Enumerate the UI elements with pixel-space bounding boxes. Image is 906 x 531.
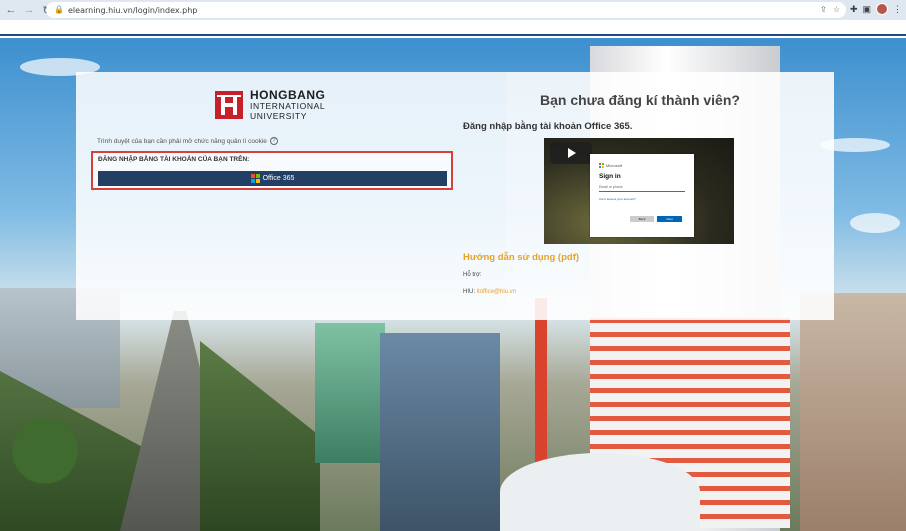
office365-heading: Đăng nhập bằng tài khoản Office 365. <box>463 121 633 132</box>
site-header-band <box>0 20 906 36</box>
hiu-logo: HONGBANG INTERNATIONAL UNIVERSITY <box>215 89 325 120</box>
sso-section-label: ĐĂNG NHẬP BẰNG TÀI KHOẢN CỦA BẠN TRÊN: <box>98 156 250 163</box>
profile-avatar[interactable] <box>876 3 888 15</box>
building-dome <box>500 453 700 531</box>
side-panel-icon[interactable]: ▣ <box>862 4 871 15</box>
sso-login-section: ĐĂNG NHẬP BẰNG TÀI KHOẢN CỦA BẠN TRÊN: O… <box>91 151 453 190</box>
video-signin-title: Sign in <box>599 173 621 180</box>
browser-toolbar: ← → ↻ 🔒 elearning.hiu.vn/login/index.php… <box>0 0 906 20</box>
hiu-logo-mark-icon <box>215 90 243 119</box>
tower-red-fin <box>535 298 547 478</box>
login-panel: HONGBANG INTERNATIONAL UNIVERSITY Trình … <box>76 72 834 320</box>
hiu-support-email-link[interactable]: itoffice@hiu.vn <box>477 289 516 295</box>
bookmark-star-icon[interactable]: ☆ <box>833 5 840 14</box>
lock-icon[interactable]: 🔒 <box>54 6 64 14</box>
trees <box>200 341 320 531</box>
play-icon <box>568 148 576 158</box>
support-label: Hỗ trợ: <box>463 272 482 278</box>
extensions-puzzle-icon[interactable]: ✚ <box>850 4 858 15</box>
cloud <box>850 213 900 233</box>
back-arrow-icon[interactable]: ← <box>4 3 18 17</box>
cookie-note: Trình duyệt của bạn cần phải mở chức năn… <box>97 137 278 145</box>
building <box>800 293 906 531</box>
menu-kebab-icon[interactable]: ⋮ <box>893 4 902 15</box>
video-back-button: Back <box>630 216 654 222</box>
logo-line-1: HONGBANG <box>250 88 326 102</box>
help-question-icon[interactable]: ? <box>269 137 278 145</box>
video-cant-access-link: Can't access your account? <box>599 197 636 201</box>
hiu-support-line: HIU: itoffice@hiu.vn <box>463 289 516 295</box>
play-button[interactable] <box>550 142 592 164</box>
hiu-label: HIU: <box>463 289 475 295</box>
office365-button-label: Office 365 <box>262 175 295 182</box>
office365-login-button[interactable]: Office 365 <box>98 171 447 186</box>
forward-arrow-icon[interactable]: → <box>22 3 36 17</box>
microsoft-logo-icon <box>250 174 260 183</box>
building <box>315 323 385 463</box>
video-brand: Microsoft <box>599 163 622 168</box>
url-text: elearning.hiu.vn/login/index.php <box>68 5 198 15</box>
video-signin-card: Microsoft Sign in Email or phone Can't a… <box>590 154 694 237</box>
building <box>380 333 500 531</box>
logo-line-2: INTERNATIONAL <box>250 101 326 111</box>
video-next-button: Next <box>657 216 682 222</box>
video-email-placeholder: Email or phone <box>599 185 685 192</box>
signup-title: Bạn chưa đăng kí thành viên? <box>540 92 740 108</box>
logo-line-3: UNIVERSITY <box>250 110 308 121</box>
address-bar[interactable]: 🔒 elearning.hiu.vn/login/index.php ⇪ ☆ <box>46 2 846 18</box>
tutorial-video[interactable]: Microsoft Sign in Email or phone Can't a… <box>544 138 734 244</box>
microsoft-logo-icon <box>599 163 604 168</box>
user-guide-pdf-link[interactable]: Hướng dẫn sử dụng (pdf) <box>463 252 579 263</box>
share-icon[interactable]: ⇪ <box>820 5 827 14</box>
video-brand-text: Microsoft <box>606 163 623 168</box>
cookie-note-text: Trình duyệt của bạn cần phải mở chức năn… <box>97 137 267 145</box>
